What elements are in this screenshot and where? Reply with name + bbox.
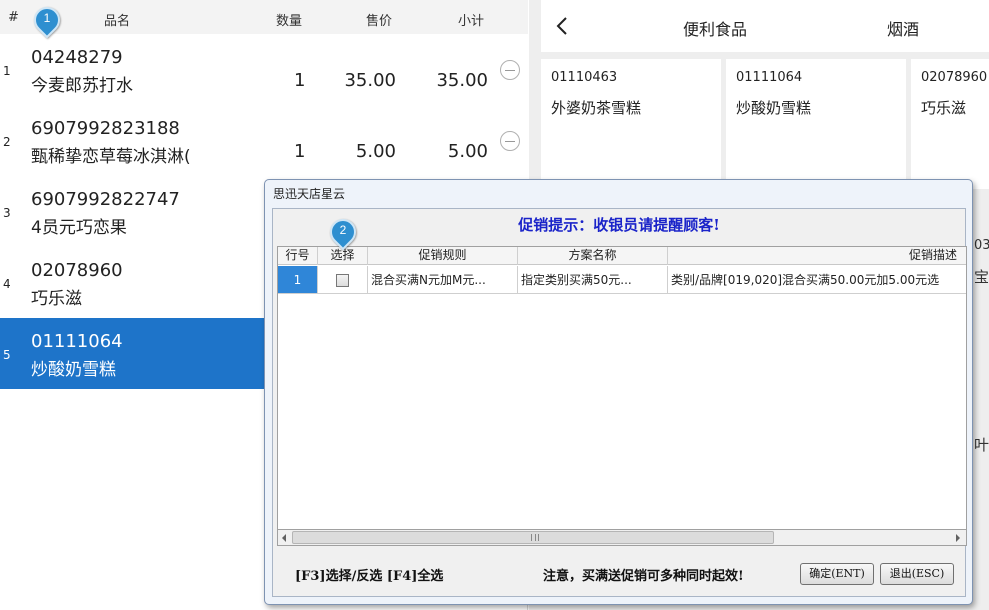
scroll-grip-icon xyxy=(531,534,539,541)
product-name: 炒酸奶雪糕 xyxy=(736,99,812,117)
step-marker-1: 1 xyxy=(28,1,66,39)
row-number: 5 xyxy=(3,348,11,362)
grid-header-rule[interactable]: 促销规则 xyxy=(368,247,518,265)
grid-cell-rule[interactable]: 混合买满N元加M元... xyxy=(368,266,518,294)
category-tab-convenience-food[interactable]: 便利食品 xyxy=(683,16,747,40)
col-header-name: 品名 xyxy=(104,14,131,29)
item-subtotal: 35.00 xyxy=(436,70,488,91)
remove-item-icon[interactable] xyxy=(500,60,520,80)
row-number: 1 xyxy=(3,64,11,78)
item-code: 02078960 xyxy=(31,260,123,281)
item-code: 01111064 xyxy=(31,331,123,352)
item-qty: 1 xyxy=(294,70,306,91)
grid-header-row-no[interactable]: 行号 xyxy=(278,247,318,265)
col-header-subtotal: 小计 xyxy=(458,14,485,29)
product-code-fragment: 031 xyxy=(974,238,989,253)
grid-cell-plan[interactable]: 指定类别买满50元... xyxy=(518,266,668,294)
item-code: 6907992822747 xyxy=(31,189,180,210)
product-name: 巧乐滋 xyxy=(921,99,967,117)
dialog-title: 思迅天店星云 xyxy=(273,187,346,201)
product-name: 外婆奶茶雪糕 xyxy=(551,99,642,117)
row-number: 3 xyxy=(3,206,11,220)
select-checkbox[interactable] xyxy=(336,274,349,287)
col-header-price: 售价 xyxy=(366,14,393,29)
scroll-thumb[interactable] xyxy=(292,531,774,544)
grid-header-description[interactable]: 促销描述 xyxy=(668,247,966,265)
promotion-dialog: 思迅天店星云 促销提示：收银员请提醒顾客! 行号 选择 促销规则 方案名称 促销… xyxy=(264,179,973,605)
promotion-grid: 行号 选择 促销规则 方案名称 促销描述 1 混合买满N元加M元... 指定类别… xyxy=(277,246,967,546)
remove-item-icon[interactable] xyxy=(500,131,520,151)
grid-cell-row-no[interactable]: 1 xyxy=(278,266,318,294)
cart-row[interactable]: 1 04248279 今麦郎苏打水 1 35.00 35.00 xyxy=(0,34,528,105)
cart-row[interactable]: 2 6907992823188 甄稀挚恋草莓冰淇淋( 1 5.00 5.00 xyxy=(0,105,528,176)
product-code: 01110463 xyxy=(551,70,618,85)
item-code: 04248279 xyxy=(31,47,123,68)
item-name: 今麦郎苏打水 xyxy=(31,76,133,96)
item-qty: 1 xyxy=(294,141,306,162)
product-code: 02078960 xyxy=(921,70,988,85)
item-price: 5.00 xyxy=(355,141,396,162)
row-number: 4 xyxy=(3,277,11,291)
chevron-left-icon[interactable] xyxy=(555,16,569,36)
item-price: 35.00 xyxy=(344,70,396,91)
promotion-note: 注意，买满送促销可多种同时起效! xyxy=(543,569,744,584)
step-marker-2: 2 xyxy=(324,213,362,251)
product-card[interactable]: 01111064 炒酸奶雪糕 xyxy=(726,59,906,189)
col-header-no: # xyxy=(8,10,19,25)
row-number: 2 xyxy=(3,135,11,149)
grid-header-plan[interactable]: 方案名称 xyxy=(518,247,668,265)
item-name: 炒酸奶雪糕 xyxy=(31,360,116,380)
item-name: 甄稀挚恋草莓冰淇淋( xyxy=(31,147,191,167)
horizontal-scrollbar[interactable] xyxy=(277,529,967,546)
item-name: 巧乐滋 xyxy=(31,289,82,309)
marker-number: 2 xyxy=(339,223,347,237)
item-code: 6907992823188 xyxy=(31,118,180,139)
product-name-fragment: 宝 xyxy=(974,268,989,286)
confirm-button[interactable]: 确定(ENT) xyxy=(800,563,874,585)
col-header-qty: 数量 xyxy=(276,14,303,29)
marker-number: 1 xyxy=(43,11,51,25)
shortcut-hint: [F3]选择/反选 [F4]全选 xyxy=(295,569,444,584)
product-card[interactable]: 01110463 外婆奶茶雪糕 xyxy=(541,59,721,189)
item-name: 4员元巧恋果 xyxy=(31,218,127,238)
product-card[interactable]: 02078960 巧乐滋 xyxy=(911,59,989,189)
category-tab-tobacco-alcohol[interactable]: 烟酒 xyxy=(887,16,919,40)
cart-row-selected[interactable]: 5 01111064 炒酸奶雪糕 xyxy=(0,318,266,389)
product-code: 01111064 xyxy=(736,70,803,85)
grid-header: 行号 选择 促销规则 方案名称 促销描述 xyxy=(278,247,966,265)
scroll-right-icon[interactable] xyxy=(956,534,960,542)
grid-cell-select xyxy=(318,266,368,294)
grid-cell-description[interactable]: 类别/品牌[019,020]混合买满50.00元加5.00元选 xyxy=(668,266,966,294)
product-name-fragment: 叶 xyxy=(974,436,989,454)
promotion-banner: 促销提示：收银员请提醒顾客! xyxy=(518,216,720,234)
exit-button[interactable]: 退出(ESC) xyxy=(880,563,954,585)
item-subtotal: 5.00 xyxy=(447,141,488,162)
cart-header: # 品名 数量 售价 小计 xyxy=(0,0,528,34)
scroll-left-icon[interactable] xyxy=(282,534,286,542)
dialog-body: 促销提示：收银员请提醒顾客! 行号 选择 促销规则 方案名称 促销描述 1 混合… xyxy=(272,208,967,597)
category-bar: 便利食品 烟酒 xyxy=(541,0,989,52)
